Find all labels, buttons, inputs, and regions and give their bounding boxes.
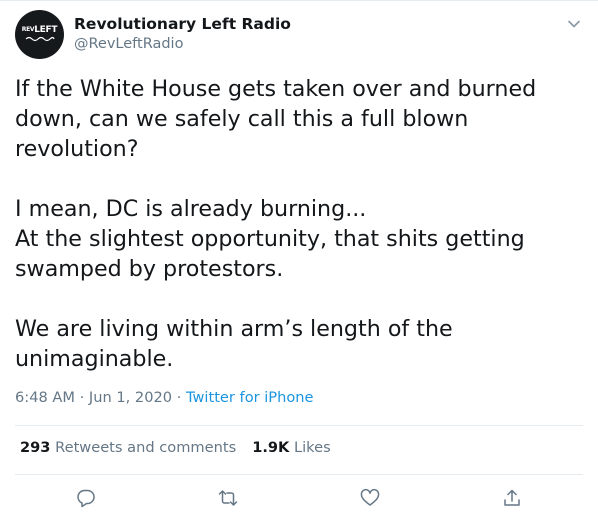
meta-separator: · — [176, 389, 182, 406]
retweet-icon — [218, 490, 238, 506]
comment-icon — [77, 489, 95, 508]
tweet-date[interactable]: Jun 1, 2020 — [89, 389, 172, 406]
logo-wave-icon — [25, 36, 55, 42]
tweet-header: REVLEFT Revolutionary Left Radio @RevLef… — [15, 10, 291, 59]
retweets-stat[interactable]: 293 Retweets and comments — [20, 439, 236, 456]
retweets-count: 293 — [20, 439, 51, 456]
chevron-down-icon[interactable] — [567, 16, 581, 30]
author-display-name[interactable]: Revolutionary Left Radio — [74, 14, 291, 34]
tweet-text: If the White House gets taken over and b… — [15, 76, 537, 372]
likes-count: 1.9K — [252, 439, 290, 456]
meta-separator: · — [79, 389, 85, 406]
like-button[interactable] — [358, 486, 382, 510]
author-names: Revolutionary Left Radio @RevLeftRadio — [74, 14, 291, 54]
likes-label: Likes — [294, 439, 331, 456]
share-button[interactable] — [500, 486, 524, 510]
retweets-label: Retweets and comments — [55, 439, 237, 456]
tweet-source-link[interactable]: Twitter for iPhone — [186, 389, 314, 406]
reply-button[interactable] — [74, 486, 98, 510]
share-icon — [504, 489, 520, 506]
heart-icon — [360, 489, 380, 506]
tweet-stats: 293 Retweets and comments 1.9K Likes — [20, 438, 331, 458]
divider — [15, 474, 583, 475]
tweet-meta: 6:48 AM · Jun 1, 2020 · Twitter for iPho… — [15, 388, 314, 408]
tweet-card: REVLEFT Revolutionary Left Radio @RevLef… — [0, 0, 598, 522]
divider — [15, 425, 583, 426]
retweet-button[interactable] — [216, 486, 240, 510]
likes-stat[interactable]: 1.9K Likes — [252, 439, 331, 456]
avatar-logo: REVLEFT — [15, 25, 64, 42]
tweet-time[interactable]: 6:48 AM — [15, 389, 75, 406]
author-handle[interactable]: @RevLeftRadio — [74, 34, 291, 54]
avatar[interactable]: REVLEFT — [15, 10, 64, 59]
